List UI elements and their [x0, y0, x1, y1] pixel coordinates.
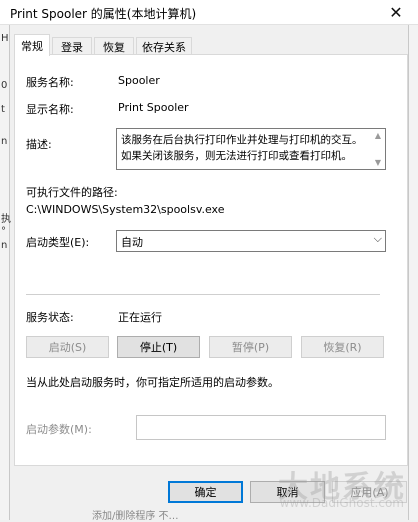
- close-button[interactable]: ✕: [374, 0, 418, 24]
- service-status-value: 正在运行: [118, 311, 162, 324]
- start-button-label: 启动(S): [48, 341, 87, 354]
- tab-dependencies[interactable]: 依存关系: [136, 37, 192, 55]
- site-watermark: 大地系统 www.DadiGhost.com: [252, 462, 412, 512]
- divider: [26, 294, 380, 295]
- resume-button-label: 恢复(R): [323, 341, 362, 354]
- service-name-value: Spooler: [118, 74, 160, 87]
- start-params-input[interactable]: [136, 415, 386, 440]
- background-text: t: [1, 104, 5, 115]
- background-text: H: [1, 33, 9, 44]
- watermark-url-text: www.DadiGhost.com: [279, 496, 404, 510]
- pause-button-label: 暂停(P): [231, 341, 270, 354]
- start-button[interactable]: 启动(S): [26, 336, 109, 358]
- ok-button[interactable]: 确定: [168, 481, 243, 503]
- tab-recovery[interactable]: 恢复: [94, 37, 134, 55]
- exe-path-label: 可执行文件的路径:: [26, 186, 118, 199]
- window-title: Print Spooler 的属性(本地计算机): [10, 7, 197, 21]
- stop-button-label: 停止(T): [139, 341, 178, 354]
- description-label: 描述:: [26, 138, 52, 151]
- background-text: 0: [1, 80, 8, 91]
- tab-label: 依存关系: [142, 40, 186, 54]
- close-icon: ✕: [389, 2, 403, 22]
- title-bar: Print Spooler 的属性(本地计算机) ✕: [0, 0, 418, 25]
- background-text: n: [1, 240, 8, 251]
- stop-button[interactable]: 停止(T): [117, 336, 200, 358]
- scroll-up-icon[interactable]: ▲: [371, 131, 385, 140]
- exe-path-value: C:\WINDOWS\System32\spoolsv.exe: [26, 203, 225, 216]
- startup-type-select[interactable]: 自动 ⌵: [116, 230, 386, 252]
- description-textbox[interactable]: 该服务在后台执行打印作业并处理与打印机的交互。如果关闭该服务，则无法进行打印或查…: [116, 128, 386, 170]
- tab-label: 登录: [61, 40, 83, 54]
- service-name-label: 服务名称:: [26, 76, 74, 89]
- background-text: °: [1, 226, 6, 237]
- background-text: 执: [1, 214, 11, 225]
- background-text: n: [1, 136, 8, 147]
- description-text: 该服务在后台执行打印作业并处理与打印机的交互。如果关闭该服务，则无法进行打印或查…: [121, 134, 363, 162]
- display-name-value: Print Spooler: [118, 101, 189, 114]
- resume-button[interactable]: 恢复(R): [301, 336, 384, 358]
- tab-label: 常规: [21, 39, 43, 53]
- ok-button-label: 确定: [194, 486, 217, 499]
- tab-general[interactable]: 常规: [14, 34, 50, 56]
- pause-button[interactable]: 暂停(P): [209, 336, 292, 358]
- display-name-label: 显示名称:: [26, 103, 74, 116]
- startup-type-label: 启动类型(E):: [26, 236, 90, 249]
- background-window-right: [408, 24, 418, 520]
- start-params-hint: 当从此处启动服务时，你可指定所适用的启动参数。: [26, 376, 279, 389]
- service-status-label: 服务状态:: [26, 311, 74, 324]
- start-params-label: 启动参数(M):: [26, 423, 92, 436]
- background-window-left: [0, 24, 10, 520]
- scroll-down-icon[interactable]: ▼: [371, 158, 385, 167]
- tab-label: 恢复: [103, 40, 125, 54]
- description-scrollbar[interactable]: ▲ ▼: [371, 129, 385, 169]
- startup-type-value: 自动: [121, 236, 143, 249]
- chevron-down-icon: ⌵: [373, 232, 382, 245]
- tab-logon[interactable]: 登录: [52, 37, 92, 55]
